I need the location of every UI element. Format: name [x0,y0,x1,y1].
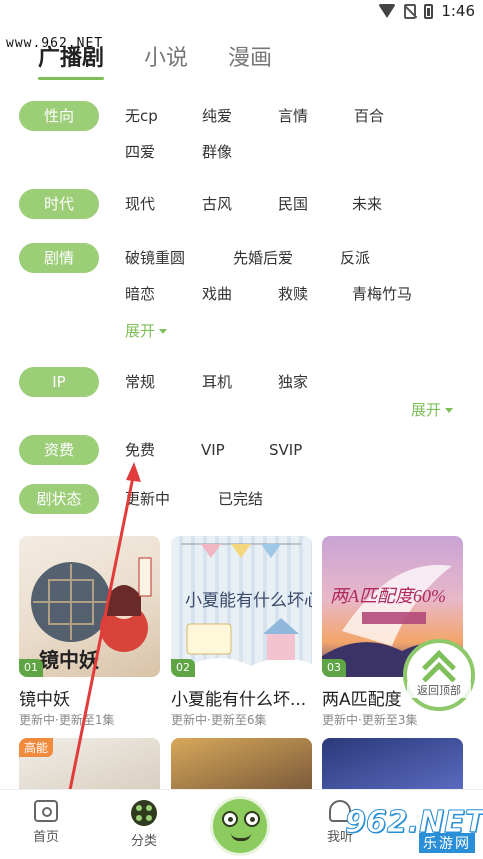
tab-radio-drama[interactable]: 广播剧 [38,42,105,80]
drama-status: 更新中·更新至3集 [322,713,418,727]
filter-option[interactable]: 已完结 [218,489,263,509]
drama-cover[interactable]: 镜中妖 01 [19,536,160,677]
filter-option[interactable]: 独家 [278,372,308,392]
drama-cover[interactable]: 高能 [19,738,160,790]
drama-title[interactable]: 小夏能有什么坏... [171,685,312,710]
drama-cover[interactable]: 小夏能有什么坏心思 02 [171,536,312,677]
filter-option[interactable]: 戏曲 [202,284,232,304]
tab-comic[interactable]: 漫画 [228,42,272,76]
rank-badge: 01 [19,659,43,677]
filter-option[interactable]: 青梅竹马 [352,284,412,304]
filter-option[interactable]: 更新中 [125,489,170,509]
filter-option[interactable]: 百合 [354,106,384,126]
expand-label: 展开 [411,401,442,419]
filter-label-plot: 剧情 [19,243,99,273]
watermark-bottom: 962.NET 乐游网 [345,805,483,853]
home-icon [34,800,58,822]
wifi-icon [378,4,397,18]
drama-status: 更新中·更新至1集 [19,713,115,727]
back-to-top-label: 返回顶部 [407,682,471,698]
expand-ip-button[interactable]: 展开 [411,399,454,420]
filter-option[interactable]: 言情 [278,106,308,126]
filter-option[interactable]: SVIP [269,440,302,460]
watermark-site: 乐游网 [419,833,475,853]
filter-option[interactable]: 破镜重圆 [125,248,185,268]
no-sim-icon [404,3,417,19]
nav-label: 分类 [130,834,157,849]
expand-plot-button[interactable]: 展开 [125,320,168,341]
filter-option[interactable]: 耳机 [202,372,232,392]
filter-option[interactable]: 暗恋 [125,284,155,304]
filter-option[interactable]: 无cp [125,106,158,126]
filter-label-ip: IP [19,367,99,397]
filter-option[interactable]: 反派 [340,248,370,268]
category-icon [131,800,157,826]
back-to-top-button[interactable]: 返回顶部 [403,639,475,711]
filter-option[interactable]: 常规 [125,372,155,392]
filter-option[interactable]: 古风 [202,194,232,214]
filter-label-fee: 资费 [19,435,99,465]
chevron-down-icon [159,329,168,334]
cover-title-art: 两A匹配度60% [330,586,446,606]
rank-badge: 02 [171,659,195,677]
filter-option[interactable]: 纯爱 [202,106,232,126]
drama-cover[interactable] [171,738,312,790]
nav-home[interactable]: 首页 [16,800,76,845]
expand-label: 展开 [125,322,156,340]
nav-category[interactable]: 分类 [114,800,174,849]
filter-label-status: 剧状态 [19,484,99,514]
filter-option[interactable]: VIP [201,440,225,460]
chevron-down-icon [445,408,454,413]
filter-option[interactable]: 四爱 [125,142,155,162]
filter-option[interactable]: 现代 [125,194,155,214]
cover-art-2: 小夏能有什么坏心思 [171,543,312,677]
cover-title-art: 小夏能有什么坏心思 [185,591,312,610]
filter-option[interactable]: 先婚后爱 [233,248,293,268]
drama-status: 更新中·更新至6集 [171,713,267,727]
frog-icon[interactable] [210,796,270,856]
filter-label-era: 时代 [19,189,99,219]
cover-title-art: 镜中妖 [39,648,99,672]
category-tabs: 广播剧 小说 漫画 [38,42,272,80]
status-bar: 1:46 [0,0,483,24]
rank-badge: 03 [322,659,346,677]
filter-option[interactable]: 群像 [202,142,232,162]
tab-novel[interactable]: 小说 [144,42,188,76]
filter-option[interactable]: 未来 [352,194,382,214]
filter-option[interactable]: 救赎 [278,284,308,304]
nav-label: 首页 [32,830,59,845]
hot-tag: 高能 [19,738,54,757]
filter-option[interactable]: 免费 [125,440,155,460]
status-icons: 1:46 [378,2,475,20]
drama-title[interactable]: 两A匹配度 [322,685,412,710]
status-time: 1:46 [441,2,475,20]
filter-option[interactable]: 民国 [278,194,308,214]
battery-icon [424,3,434,19]
drama-cover[interactable] [322,738,463,790]
drama-title[interactable]: 镜中妖 [19,685,160,710]
cover-art-1: 镜中妖 [31,557,152,672]
filter-label-orientation: 性向 [19,101,99,131]
